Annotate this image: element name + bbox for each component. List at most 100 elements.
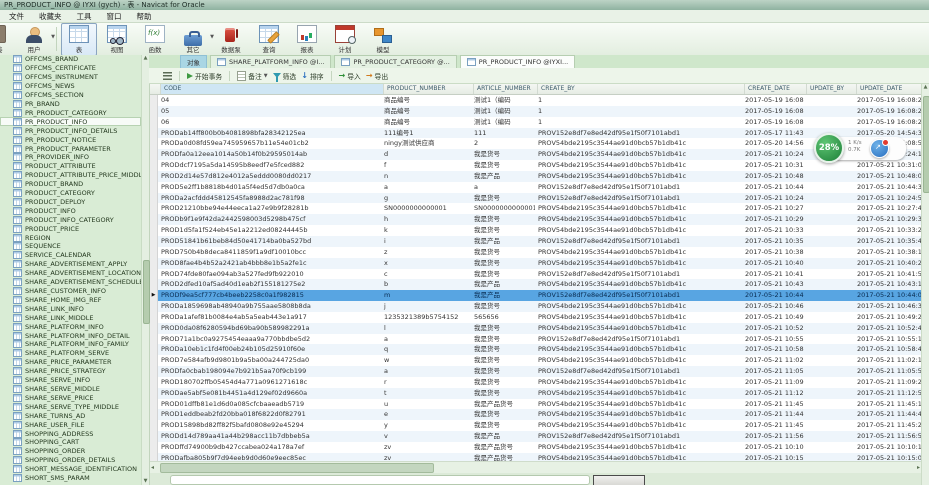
sidebar-item-pr_product_info_details[interactable]: PR_PRODUCT_INFO_DETAILS: [0, 126, 141, 135]
grid-cell[interactable]: 1: [535, 117, 742, 128]
chevron-down-icon[interactable]: ▼: [51, 34, 55, 40]
grid-cell[interactable]: m: [381, 290, 471, 301]
grid-cell[interactable]: [804, 290, 854, 301]
grid-cell[interactable]: PROV54bde2195c3544ae91d0bcb57b1db41c: [535, 301, 742, 312]
grid-cell[interactable]: 我是货号: [471, 301, 535, 312]
grid-cell[interactable]: 2017-05-17 11:43:12: [742, 128, 804, 139]
用户-toolbar-button[interactable]: ▼用户: [16, 23, 52, 56]
grid-cell[interactable]: 2017-05-21 10:43:18: [854, 279, 921, 290]
grid-cell[interactable]: 我是货号: [471, 388, 535, 399]
grid-cell[interactable]: [804, 377, 854, 388]
menu-item-2[interactable]: 收藏夹: [39, 11, 62, 22]
grid-cell[interactable]: [804, 323, 854, 334]
grid-cell[interactable]: 我是产品货号: [471, 453, 535, 461]
table-row[interactable]: ▶PRODf9ea5cf777cb4beeb2258c0a1f982815m我是…: [150, 290, 921, 301]
tab-pr_product_info[interactable]: PR_PRODUCT_INFO @IYXI...: [460, 55, 575, 68]
grid-cell[interactable]: u: [381, 399, 471, 410]
scroll-up-icon[interactable]: ▲: [922, 84, 929, 91]
sidebar-item-pr_product_parameter[interactable]: PR_PRODUCT_PARAMETER: [0, 144, 141, 153]
grid-cell[interactable]: PROD5e2ff1b8818b4d01a5f4ed5d7db0a0ca: [158, 182, 381, 193]
grid-cell[interactable]: 我是产品货号: [471, 399, 535, 410]
sidebar-item-share_platform_serve[interactable]: SHARE_PLATFORM_SERVE: [0, 349, 141, 358]
grid-cell[interactable]: 2017-05-21 11:09:25: [742, 377, 804, 388]
sidebar-item-service_calendar[interactable]: SERVICE_CALENDAR: [0, 251, 141, 260]
grid-cell[interactable]: [804, 171, 854, 182]
grid-cell[interactable]: 2017-05-21 10:27:40: [742, 203, 804, 214]
menu-item-5[interactable]: 帮助: [137, 11, 152, 22]
grid-cell[interactable]: PROD180702ffb05454d4a771a0961271618c: [158, 377, 381, 388]
grid-cell[interactable]: PROV152e8df7e8ed42df95e1f50f7101abd1: [535, 334, 742, 345]
sidebar-item-share_price_strategy[interactable]: SHARE_PRICE_STRATEGY: [0, 367, 141, 376]
sidebar-item-share_price_parameter[interactable]: SHARE_PRICE_PARAMETER: [0, 358, 141, 367]
grid-cell[interactable]: PROD21210bbe94e44eeca1a27e9b9f28281b: [158, 203, 381, 214]
sort-button[interactable]: ↓ 排序: [301, 71, 323, 81]
grid-cell[interactable]: 2017-05-21 10:41:55: [742, 269, 804, 280]
grid-cell[interactable]: 2017-05-21 10:15:01: [742, 453, 804, 461]
sidebar-item-product_info[interactable]: PRODUCT_INFO: [0, 206, 141, 215]
grid-cell[interactable]: 1235321389b5754152: [381, 312, 471, 323]
grid-cell[interactable]: PROV54bde2195c3544ae91d0bcb57b1db41c: [535, 203, 742, 214]
grid-cell[interactable]: 2017-05-21 10:44:02: [854, 290, 921, 301]
sidebar-item-pr_provider_info[interactable]: PR_PROVIDER_INFO: [0, 153, 141, 162]
grid-cell[interactable]: PROV54bde2195c3544ae91d0bcb57b1db41c: [535, 225, 742, 236]
grid-cell[interactable]: PROD51841b61beb84d50e41714ba0ba527bd: [158, 236, 381, 247]
grid-cell[interactable]: i: [381, 236, 471, 247]
grid-cell[interactable]: 2017-05-21 11:02:19: [742, 355, 804, 366]
grid-cell[interactable]: 2017-05-21 10:38:10: [854, 247, 921, 258]
grid-cell[interactable]: PRODf9ea5cf777cb4beeb2258c0a1f982815: [158, 290, 381, 301]
grid-cell[interactable]: 2017-05-21 10:48:02: [854, 171, 921, 182]
grid-cell[interactable]: 06: [158, 117, 381, 128]
table-row[interactable]: 05商品编号测试1（编码12017-05-19 16:08:212017-05-…: [150, 106, 921, 117]
sidebar-item-product_category[interactable]: PRODUCT_CATEGORY: [0, 189, 141, 198]
grid-cell[interactable]: 2017-05-21 10:24:15: [742, 149, 804, 160]
grid-cell[interactable]: [804, 420, 854, 431]
grid-cell[interactable]: 2017-05-21 11:12:58: [854, 388, 921, 399]
sidebar-item-offcms_instrument[interactable]: OFFCMS_INSTRUMENT: [0, 73, 141, 82]
grid-cell[interactable]: PROV54bde2195c3544ae91d0bcb57b1db41c: [535, 279, 742, 290]
grid-cell[interactable]: PROV152e8df7e8ed42df95e1f50f7101abd1: [535, 269, 742, 280]
sidebar-scrollbar-thumb[interactable]: [143, 260, 150, 324]
sidebar-item-share_link_info[interactable]: SHARE_LINK_INFO: [0, 304, 141, 313]
menu-item-3[interactable]: 工具: [77, 11, 92, 22]
grid-cell[interactable]: PRODb9f1e9f42da2442598003d5298b475cf: [158, 214, 381, 225]
scroll-down-icon[interactable]: ▼: [142, 478, 149, 485]
column-header-product_number[interactable]: PRODUCT_NUMBER: [384, 84, 474, 94]
grid-cell[interactable]: 2017-05-21 11:12:58: [742, 388, 804, 399]
grid-cell[interactable]: 测试1（编码: [471, 95, 535, 106]
grid-cell[interactable]: 我是货号: [471, 409, 535, 420]
scroll-left-icon[interactable]: ◂: [151, 464, 154, 472]
grid-cell[interactable]: PROV54bde2195c3544ae91d0bcb57b1db41c: [535, 247, 742, 258]
grid-cell[interactable]: 2017-05-21 10:10:18: [854, 442, 921, 453]
grid-cell[interactable]: SN0000000000001: [471, 203, 535, 214]
grid-cell[interactable]: PROV54bde2195c3544ae91d0bcb57b1db41c: [535, 138, 742, 149]
speedup-ball-icon[interactable]: [870, 139, 889, 158]
tab-share_platform_info[interactable]: SHARE_PLATFORM_INFO @I...: [210, 55, 331, 68]
grid-cell[interactable]: [804, 258, 854, 269]
table-row[interactable]: PRODa2acfddd45812545fa8988d2ac781f98g我是货…: [150, 193, 921, 204]
grid-cell[interactable]: PROD74fde80fae094ab3a527fed9fb922010: [158, 269, 381, 280]
grid-cell[interactable]: f: [381, 160, 471, 171]
grid-cell[interactable]: PROV54bde2195c3544ae91d0bcb57b1db41c: [535, 355, 742, 366]
table-row[interactable]: PRODb9f1e9f42da2442598003d5298b475cfh我是货…: [150, 214, 921, 225]
函数-toolbar-button[interactable]: 函数: [137, 23, 173, 56]
export-button[interactable]: → 导出: [366, 71, 388, 81]
sidebar-item-share_platform_info_family[interactable]: SHARE_PLATFORM_INFO_FAMILY: [0, 340, 141, 349]
grid-cell[interactable]: [804, 399, 854, 410]
sidebar-item-pr_product_info[interactable]: PR_PRODUCT_INFO: [0, 117, 141, 126]
menu-item-1[interactable]: 文件: [9, 11, 24, 22]
table-row[interactable]: PROD5e2ff1b8818b4d01a5f4ed5d7db0a0caaaPR…: [150, 182, 921, 193]
grid-cell[interactable]: 2017-05-21 10:52:40: [742, 323, 804, 334]
grid-cell[interactable]: 2017-05-21 10:33:21: [742, 225, 804, 236]
table-row[interactable]: PROD1d5fa1f524eb45e1a2212ed08244445bk我是货…: [150, 225, 921, 236]
grid-cell[interactable]: [804, 431, 854, 442]
grid-cell[interactable]: PROV152e8df7e8ed42df95e1f50f7101abd1: [535, 431, 742, 442]
sidebar-item-shopping_order_details[interactable]: SHOPPING_ORDER_DETAILS: [0, 456, 141, 465]
grid-cell[interactable]: z: [381, 247, 471, 258]
sidebar-item-sequence[interactable]: SEQUENCE: [0, 242, 141, 251]
table-row[interactable]: PROD01dffb81e1d6d0a085cfcbaaeadb5719u我是产…: [150, 399, 921, 410]
sidebar-item-product_brand[interactable]: PRODUCT_BRAND: [0, 180, 141, 189]
table-row[interactable]: PRODa1afef81b0084e4ab5a5eab443e1a9171235…: [150, 312, 921, 323]
grid-cell[interactable]: 05: [158, 106, 381, 117]
grid-cell[interactable]: 我是产品: [471, 290, 535, 301]
sidebar-item-product_deploy[interactable]: PRODUCT_DEPLOY: [0, 198, 141, 207]
